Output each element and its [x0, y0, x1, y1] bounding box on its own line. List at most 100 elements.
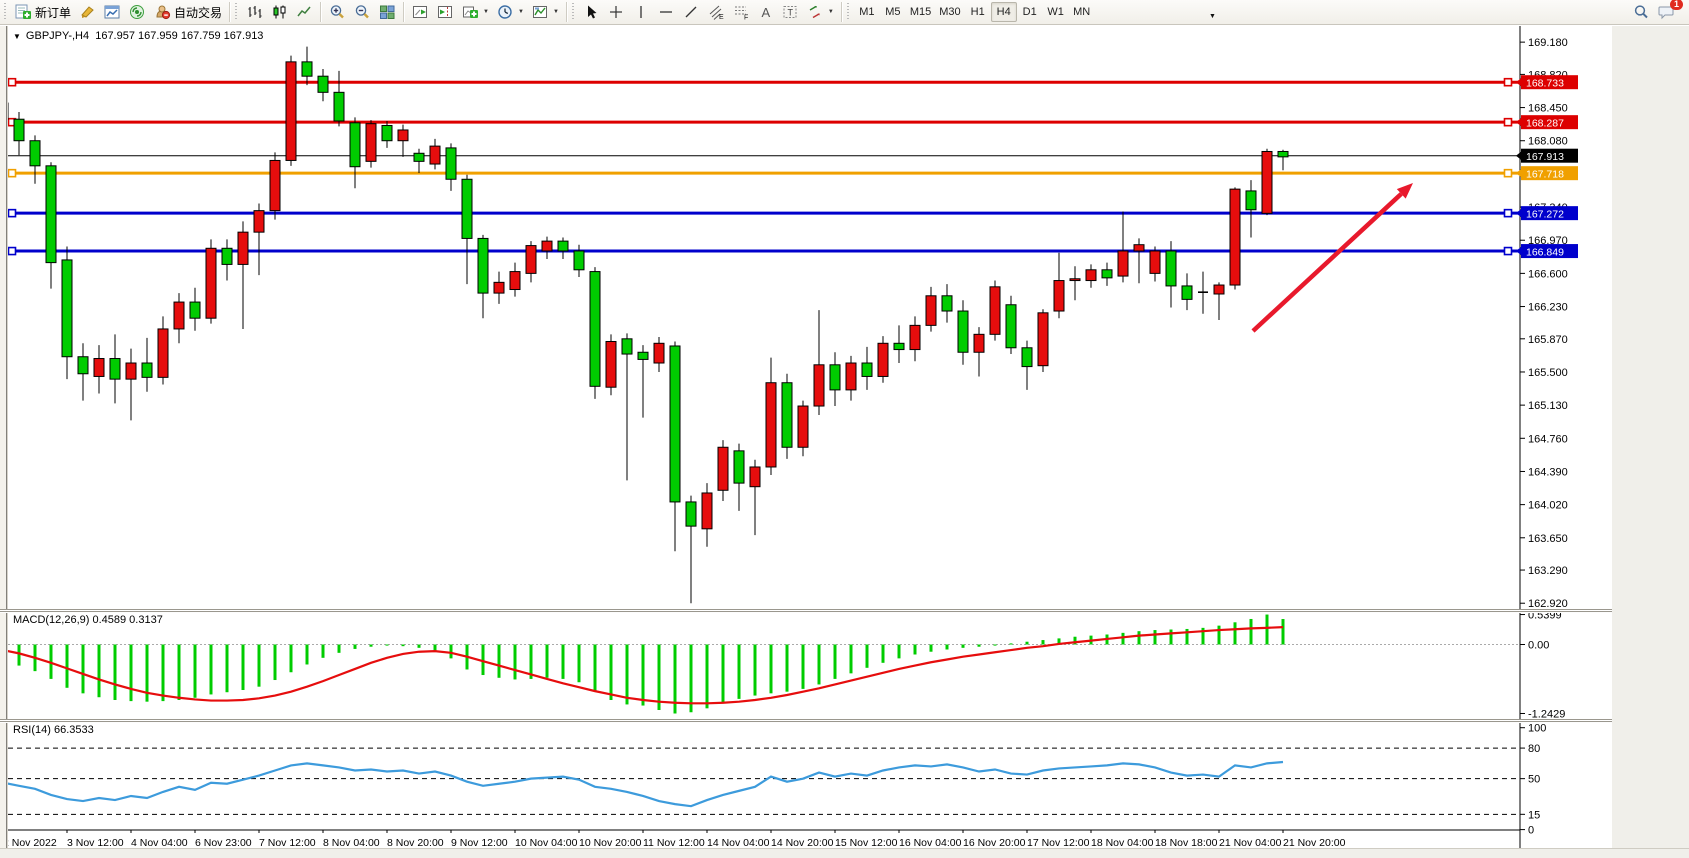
chart-canvas[interactable]: 169.180168.820168.450168.080167.710167.3… — [0, 26, 1689, 858]
toolbar-separator — [229, 2, 231, 22]
new-order-label: 新订单 — [35, 4, 71, 21]
periods-button[interactable]: ▼ — [493, 2, 528, 23]
brush-icon — [79, 4, 96, 20]
toolbar-grip[interactable] — [847, 3, 851, 21]
hline-anchor-right[interactable] — [1505, 170, 1512, 177]
chevron-down-icon: ▼ — [518, 9, 524, 15]
timeframe-d1[interactable]: D1 — [1017, 2, 1043, 22]
chart-title: ▼ GBPJPY-,H4 167.957 167.959 167.759 167… — [13, 30, 263, 42]
text-label-tool-button[interactable]: T — [778, 2, 803, 23]
toolbar-grip[interactable] — [4, 3, 8, 21]
hline-anchor-left[interactable] — [9, 210, 16, 217]
toolbar-separator — [403, 2, 405, 22]
equidistant-channel-icon: E — [708, 4, 725, 20]
panel-separator-rsi[interactable] — [0, 719, 1612, 723]
chart-shift-icon — [437, 4, 454, 20]
chat-button[interactable]: 1 — [1654, 2, 1679, 23]
trendline-tool-button[interactable] — [679, 2, 704, 23]
line-chart-icon — [296, 4, 313, 20]
toolbar-grip[interactable] — [235, 3, 239, 21]
timeframe-m1[interactable]: M1 — [854, 2, 880, 22]
timeframe-m5[interactable]: M5 — [880, 2, 906, 22]
indicators-button[interactable]: ▼ — [458, 2, 493, 23]
fibonacci-icon: F — [733, 4, 750, 20]
horizontal-line-icon — [658, 4, 675, 20]
time-axis[interactable] — [8, 830, 1520, 848]
brush-button[interactable] — [75, 2, 100, 23]
periods-clock-icon — [497, 4, 514, 20]
toolbar-overflow-icon[interactable]: ▼ — [1209, 13, 1216, 20]
svg-text:T: T — [787, 8, 793, 18]
channel-tool-button[interactable]: E — [704, 2, 729, 23]
timeframe-m15[interactable]: M15 — [906, 2, 935, 22]
tile-windows-button[interactable] — [375, 2, 400, 23]
mt4-window: 新订单 自动交易 — [0, 0, 1689, 858]
toolbar-separator — [841, 2, 843, 22]
hline-anchor-right[interactable] — [1505, 119, 1512, 126]
symbol-ohlc-text: GBPJPY-,H4 167.957 167.959 167.759 167.9… — [26, 30, 264, 42]
autotrade-button[interactable]: 自动交易 — [150, 2, 226, 23]
timeframe-m30[interactable]: M30 — [935, 2, 964, 22]
bars-chart-icon — [246, 4, 263, 20]
vertical-line-tool-button[interactable] — [629, 2, 654, 23]
cursor-icon — [583, 4, 600, 20]
signals-icon — [129, 4, 146, 20]
vertical-line-icon — [633, 4, 650, 20]
line-chart-button[interactable] — [292, 2, 317, 23]
hline-anchor-left[interactable] — [9, 79, 16, 86]
fibonacci-tool-button[interactable]: F — [729, 2, 754, 23]
chart-left-border — [0, 26, 8, 848]
arrow-shapes-icon — [807, 4, 824, 20]
crosshair-tool-button[interactable] — [604, 2, 629, 23]
new-chart-icon — [104, 4, 121, 20]
hline-anchor-right[interactable] — [1505, 210, 1512, 217]
text-tool-button[interactable]: A — [754, 2, 778, 23]
signals-button[interactable] — [125, 2, 150, 23]
tile-windows-icon — [379, 4, 396, 20]
panel-separator-macd[interactable] — [0, 609, 1612, 613]
zoom-in-icon — [329, 4, 346, 20]
autotrade-label: 自动交易 — [174, 4, 222, 21]
timeframe-mn[interactable]: MN — [1069, 2, 1095, 22]
collapse-triangle-icon[interactable]: ▼ — [13, 32, 21, 41]
hline-anchor-right[interactable] — [1505, 248, 1512, 255]
horizontal-line-tool-button[interactable] — [654, 2, 679, 23]
toolbar: 新订单 自动交易 — [0, 0, 1689, 25]
rsi-indicator-label: RSI(14) 66.3533 — [13, 724, 94, 736]
chart-shift-button[interactable] — [433, 2, 458, 23]
search-button[interactable] — [1629, 2, 1654, 23]
price-axis[interactable] — [1520, 26, 1612, 826]
new-chart-button[interactable] — [100, 2, 125, 23]
bars-chart-button[interactable] — [242, 2, 267, 23]
templates-button[interactable]: ▼ — [528, 2, 563, 23]
timeframe-w1[interactable]: W1 — [1043, 2, 1069, 22]
autotrade-icon — [154, 4, 171, 20]
indicators-icon — [462, 4, 479, 20]
new-order-button[interactable]: 新订单 — [11, 2, 75, 23]
zoom-in-button[interactable] — [325, 2, 350, 23]
zoom-out-button[interactable] — [350, 2, 375, 23]
zoom-out-icon — [354, 4, 371, 20]
toolbar-separator — [566, 2, 568, 22]
auto-scroll-icon — [412, 4, 429, 20]
cursor-tool-button[interactable] — [579, 2, 604, 23]
shapes-tool-button[interactable]: ▼ — [803, 2, 838, 23]
timeframe-h1[interactable]: H1 — [965, 2, 991, 22]
hline-anchor-left[interactable] — [9, 248, 16, 255]
toolbar-grip[interactable] — [572, 3, 576, 21]
text-icon: A — [762, 5, 771, 20]
toolbar-separator — [320, 2, 322, 22]
chevron-down-icon: ▼ — [483, 9, 489, 15]
window-right-margin — [1612, 26, 1689, 858]
notification-badge: 1 — [1670, 0, 1683, 10]
svg-text:E: E — [719, 14, 724, 20]
hline-anchor-left[interactable] — [9, 170, 16, 177]
chevron-down-icon: ▼ — [553, 9, 559, 15]
text-label-icon: T — [782, 4, 799, 20]
timeframe-h4[interactable]: H4 — [991, 2, 1017, 22]
svg-text:F: F — [744, 15, 748, 21]
search-icon — [1633, 4, 1650, 20]
auto-scroll-button[interactable] — [408, 2, 433, 23]
hline-anchor-right[interactable] — [1505, 79, 1512, 86]
candlestick-chart-button[interactable] — [267, 2, 292, 23]
